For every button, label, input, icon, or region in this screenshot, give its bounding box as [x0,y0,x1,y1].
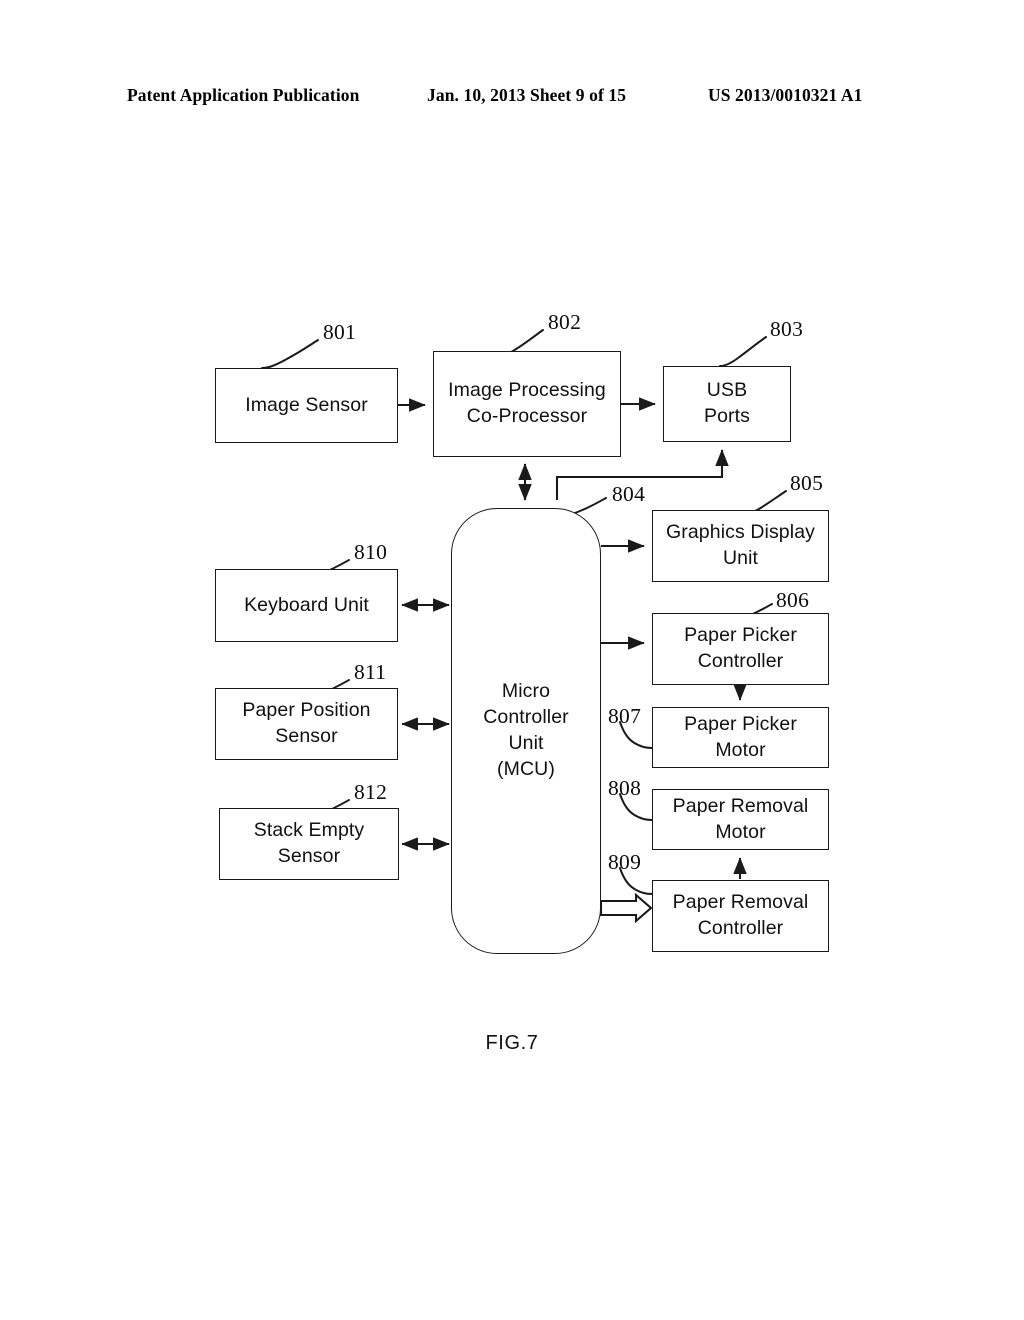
refnum-806: 806 [776,588,810,612]
block-810: Keyboard Unit [215,569,398,642]
block-809: Paper Removal Controller [652,880,829,952]
refnum-809: 809 [608,850,642,874]
block-805: Graphics Display Unit [652,510,829,582]
block-label-808: Paper Removal Motor [672,794,809,843]
block-label-805: Graphics Display Unit [666,521,815,569]
refnum-801: 801 [323,320,357,344]
block-label-806: Paper Picker Controller [684,624,797,672]
block-808: Paper Removal Motor [652,789,829,850]
refnum-812: 812 [354,780,388,804]
block-811: Paper Position Sensor [215,688,398,760]
refnum-802: 802 [548,310,582,334]
block-807: Paper Picker Motor [652,707,829,768]
refnum-803: 803 [770,317,804,341]
refnum-810: 810 [354,540,388,564]
leader-803 [719,336,767,367]
connector-mcu-to-paper-removal-controller [599,892,653,924]
block-label-801: Image Sensor [245,393,368,416]
block-label-804: Micro Controller Unit (MCU) [483,680,569,780]
block-812: Stack Empty Sensor [219,808,399,880]
block-806: Paper Picker Controller [652,613,829,685]
block-label-802: Image Processing Co-Processor [448,379,606,427]
refnum-804: 804 [612,482,646,506]
block-label-812: Stack Empty Sensor [253,819,365,867]
block-label-809: Paper Removal Controller [672,891,809,939]
refnum-808: 808 [608,776,642,800]
block-label-803: USB Ports [703,379,750,427]
block-801: Image Sensor [215,368,398,443]
leader-801 [261,339,319,369]
block-803: USB Ports [663,366,791,442]
refnum-807: 807 [608,704,642,728]
block-802: Image Processing Co-Processor [433,351,621,457]
refnum-805: 805 [790,471,824,495]
block-804: Micro Controller Unit (MCU) [451,508,601,954]
block-label-807: Paper Picker Motor [684,712,797,761]
patent-figure: Image Sensor Image Processing Co-Processo… [0,0,1024,1320]
figure-caption: FIG.7 [485,1032,539,1054]
refnum-811: 811 [354,660,387,684]
block-label-810: Keyboard Unit [244,593,369,616]
block-label-811: Paper Position Sensor [242,699,371,747]
